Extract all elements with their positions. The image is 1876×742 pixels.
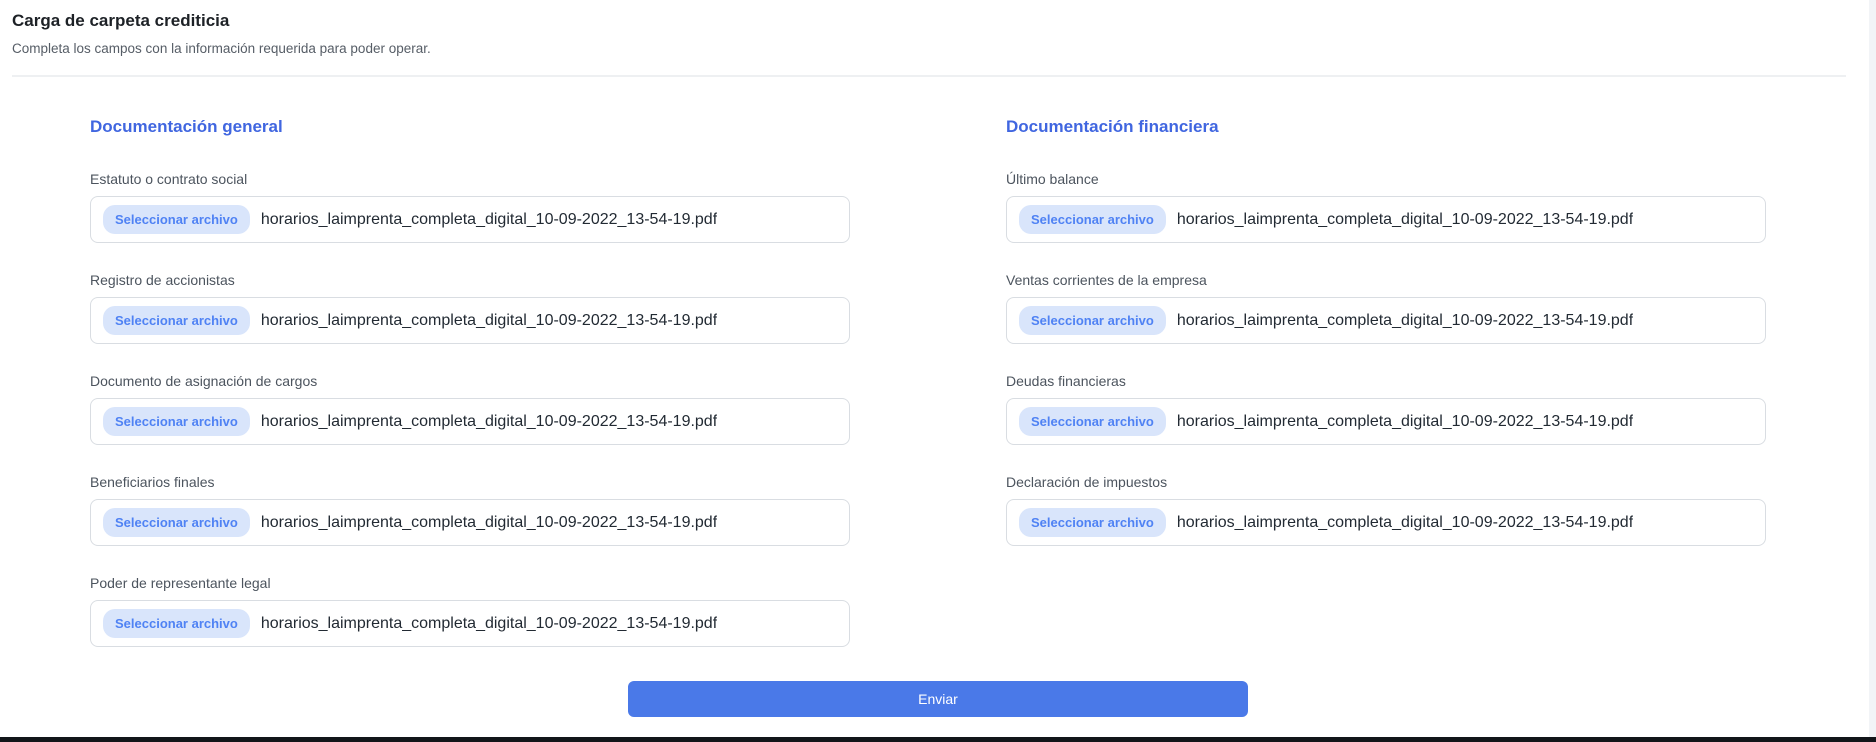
field-group: Ventas corrientes de la empresa Seleccio… [1006,272,1766,344]
submit-row: Enviar [0,681,1876,717]
select-file-button[interactable]: Seleccionar archivo [103,609,250,638]
select-file-button[interactable]: Seleccionar archivo [103,306,250,335]
file-name-text: horarios_laimprenta_completa_digital_10-… [1177,211,1633,229]
field-label: Estatuto o contrato social [90,171,850,187]
section-title: Documentación general [90,117,850,137]
page-header: Carga de carpeta crediticia Completa los… [0,0,1876,56]
select-file-button[interactable]: Seleccionar archivo [1019,306,1166,335]
field-label: Documento de asignación de cargos [90,373,850,389]
bottom-window-edge [0,737,1876,742]
field-label: Ventas corrientes de la empresa [1006,272,1766,288]
file-input[interactable]: Seleccionar archivo horarios_laimprenta_… [1006,297,1766,344]
field-group: Estatuto o contrato social Seleccionar a… [90,171,850,243]
field-group: Declaración de impuestos Seleccionar arc… [1006,474,1766,546]
file-name-text: horarios_laimprenta_completa_digital_10-… [261,312,717,330]
file-input[interactable]: Seleccionar archivo horarios_laimprenta_… [1006,398,1766,445]
file-input[interactable]: Seleccionar archivo horarios_laimprenta_… [90,398,850,445]
select-file-button[interactable]: Seleccionar archivo [1019,407,1166,436]
file-input[interactable]: Seleccionar archivo horarios_laimprenta_… [1006,499,1766,546]
select-file-button[interactable]: Seleccionar archivo [103,407,250,436]
page-title: Carga de carpeta crediticia [12,11,1864,31]
select-file-button[interactable]: Seleccionar archivo [1019,508,1166,537]
field-group: Registro de accionistas Seleccionar arch… [90,272,850,344]
form-columns: Documentación general Estatuto o contrat… [0,77,1876,676]
select-file-button[interactable]: Seleccionar archivo [103,205,250,234]
file-name-text: horarios_laimprenta_completa_digital_10-… [1177,514,1633,532]
form-section: Documentación general Estatuto o contrat… [90,117,850,676]
file-name-text: horarios_laimprenta_completa_digital_10-… [1177,312,1633,330]
file-name-text: horarios_laimprenta_completa_digital_10-… [1177,413,1633,431]
section-title: Documentación financiera [1006,117,1766,137]
file-input[interactable]: Seleccionar archivo horarios_laimprenta_… [90,600,850,647]
select-file-button[interactable]: Seleccionar archivo [103,508,250,537]
file-input[interactable]: Seleccionar archivo horarios_laimprenta_… [1006,196,1766,243]
field-group: Deudas financieras Seleccionar archivo h… [1006,373,1766,445]
section-fields: Estatuto o contrato social Seleccionar a… [90,171,850,647]
file-name-text: horarios_laimprenta_completa_digital_10-… [261,615,717,633]
file-name-text: horarios_laimprenta_completa_digital_10-… [261,514,717,532]
field-group: Beneficiarios finales Seleccionar archiv… [90,474,850,546]
field-label: Deudas financieras [1006,373,1766,389]
select-file-button[interactable]: Seleccionar archivo [1019,205,1166,234]
field-label: Beneficiarios finales [90,474,850,490]
file-name-text: horarios_laimprenta_completa_digital_10-… [261,413,717,431]
form-section: Documentación financiera Último balance … [1006,117,1766,676]
submit-button[interactable]: Enviar [628,681,1248,717]
field-label: Declaración de impuestos [1006,474,1766,490]
field-group: Documento de asignación de cargos Selecc… [90,373,850,445]
field-label: Poder de representante legal [90,575,850,591]
page-subtitle: Completa los campos con la información r… [12,41,1864,56]
file-input[interactable]: Seleccionar archivo horarios_laimprenta_… [90,297,850,344]
scrollbar-track[interactable] [1869,0,1876,742]
field-label: Registro de accionistas [90,272,850,288]
field-group: Poder de representante legal Seleccionar… [90,575,850,647]
field-group: Último balance Seleccionar archivo horar… [1006,171,1766,243]
file-name-text: horarios_laimprenta_completa_digital_10-… [261,211,717,229]
file-input[interactable]: Seleccionar archivo horarios_laimprenta_… [90,196,850,243]
file-input[interactable]: Seleccionar archivo horarios_laimprenta_… [90,499,850,546]
field-label: Último balance [1006,171,1766,187]
section-fields: Último balance Seleccionar archivo horar… [1006,171,1766,546]
